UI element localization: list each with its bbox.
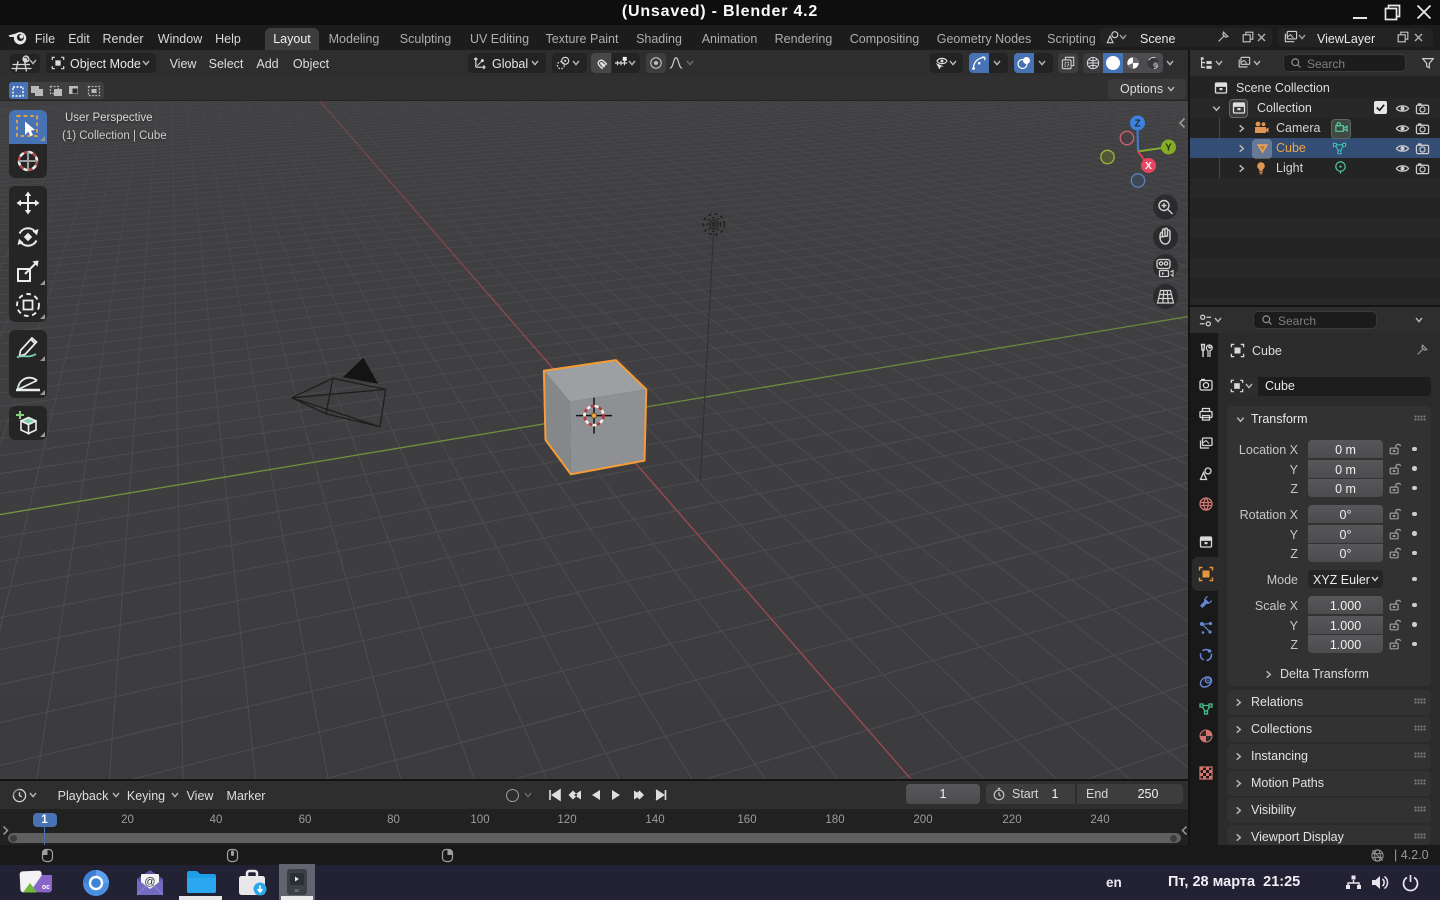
svg-text:Z: Z — [1134, 119, 1140, 130]
svg-text:sc: sc — [295, 888, 301, 894]
svg-text:Y: Y — [1165, 143, 1172, 154]
svg-text:oc: oc — [42, 884, 50, 891]
svg-text:X: X — [1145, 161, 1152, 172]
